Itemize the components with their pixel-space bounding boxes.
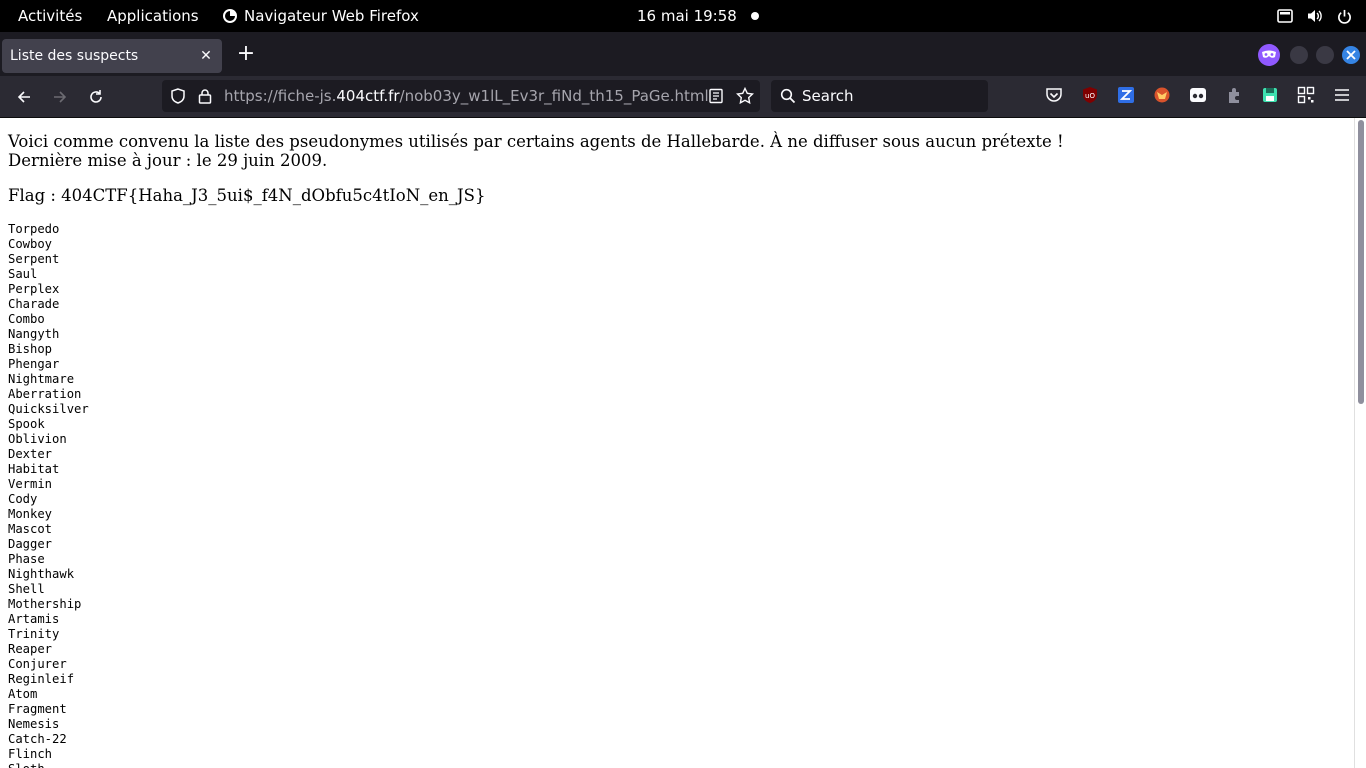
arrow-right-icon: [54, 91, 67, 103]
maximize-button[interactable]: [1316, 46, 1334, 64]
reload-icon: [90, 90, 102, 103]
volume-icon[interactable]: [1307, 8, 1323, 24]
window-controls: [1258, 44, 1360, 66]
url-path: /nob03y_w1lL_Ev3r_fiNd_th15_PaGe.html: [399, 87, 709, 105]
pseudonym-item: Aberration: [8, 387, 82, 401]
forward-button[interactable]: [48, 85, 72, 109]
pseudonym-item: Bishop: [8, 342, 53, 356]
pseudonym-item: Nangyth: [8, 327, 60, 341]
url-text[interactable]: https://fiche-js.404ctf.fr/nob03y_w1lL_E…: [224, 80, 709, 112]
system-top-bar: Activités Applications Navigateur Web Fi…: [0, 0, 1366, 32]
pseudonym-item: Habitat: [8, 462, 60, 476]
pseudonym-item: Cody: [8, 492, 38, 506]
intro-line-2: Dernière mise à jour : le 29 juin 2009.: [8, 151, 328, 170]
pseudonym-item: Conjurer: [8, 657, 67, 671]
intro-paragraph: Voici comme convenu la liste des pseudon…: [8, 132, 1064, 170]
pseudonym-item: Phase: [8, 552, 45, 566]
close-window-button[interactable]: [1342, 46, 1360, 64]
page-scrollbar[interactable]: [1354, 118, 1366, 768]
url-host: 404ctf.fr: [336, 87, 400, 105]
app-menu[interactable]: Navigateur Web Firefox: [222, 0, 419, 32]
pseudonym-item: Shell: [8, 582, 45, 596]
applications-menu[interactable]: Applications: [107, 0, 199, 32]
pseudonym-item: Sloth: [8, 762, 89, 768]
pseudonym-item: Flinch: [8, 747, 53, 761]
scrollbar-thumb[interactable]: [1358, 120, 1364, 404]
firefox-icon: [223, 9, 237, 23]
minimize-button[interactable]: [1290, 46, 1308, 64]
app-name-label: Navigateur Web Firefox: [244, 7, 419, 25]
tab-title: Liste des suspects: [10, 48, 139, 64]
pseudonym-item: Spook: [8, 417, 45, 431]
pocket-icon[interactable]: [1045, 86, 1063, 104]
pseudonym-item: Reaper: [8, 642, 53, 656]
arrow-left-icon: [17, 91, 30, 103]
extension-puzzle-icon[interactable]: [1225, 86, 1243, 104]
url-bar[interactable]: https://fiche-js.404ctf.fr/nob03y_w1lL_E…: [162, 80, 760, 112]
pseudonym-item: Artamis: [8, 612, 60, 626]
pseudonym-item: Trinity: [8, 627, 60, 641]
pseudonym-item: Monkey: [8, 507, 53, 521]
pseudonym-item: Catch-22: [8, 732, 67, 746]
navigation-toolbar: https://fiche-js.404ctf.fr/nob03y_w1lL_E…: [0, 76, 1366, 118]
tab-liste-des-suspects[interactable]: Liste des suspects ✕: [2, 39, 222, 73]
pseudonym-item: Nighthawk: [8, 567, 75, 581]
new-tab-button[interactable]: +: [234, 43, 258, 67]
pseudonym-item: Nemesis: [8, 717, 60, 731]
url-prefix: https://fiche-js.: [224, 87, 337, 105]
pseudonym-item: Nightmare: [8, 372, 75, 386]
pseudonym-item: Oblivion: [8, 432, 67, 446]
intro-line-1: Voici comme convenu la liste des pseudon…: [8, 132, 1064, 151]
hamburger-menu-icon[interactable]: [1333, 86, 1351, 104]
system-tray[interactable]: [1277, 0, 1352, 32]
pseudonym-item: Dexter: [8, 447, 53, 461]
page-content: Voici comme convenu la liste des pseudon…: [0, 118, 1354, 768]
power-icon[interactable]: [1337, 9, 1352, 24]
private-browsing-icon: [1258, 44, 1280, 66]
foxyproxy-icon[interactable]: [1153, 86, 1171, 104]
flag-text: Flag : 404CTF{Haha_J3_5ui$_f4N_dObfu5c4t…: [8, 186, 486, 205]
reload-button[interactable]: [84, 85, 108, 109]
keyboard-layout-icon[interactable]: [1277, 8, 1293, 24]
pseudonym-item: Cowboy: [8, 237, 53, 251]
back-button[interactable]: [12, 85, 36, 109]
pseudonym-item: Vermin: [8, 477, 53, 491]
dark-mode-extension-icon[interactable]: [1189, 86, 1207, 104]
pseudonym-item: Phengar: [8, 357, 60, 371]
tab-strip: Liste des suspects ✕ +: [0, 32, 1366, 76]
pseudonym-item: Reginleif: [8, 672, 75, 686]
pseudonym-item: Saul: [8, 267, 38, 281]
search-input[interactable]: Search: [802, 80, 854, 112]
pseudonym-item: Torpedo: [8, 222, 60, 236]
pseudonym-item: Mascot: [8, 522, 53, 536]
zotero-connector-icon[interactable]: [1117, 86, 1135, 104]
reader-view-icon[interactable]: [708, 88, 724, 104]
activities-button[interactable]: Activités: [18, 0, 82, 32]
pseudonym-item: Mothership: [8, 597, 82, 611]
pseudonym-list: Torpedo Cowboy Serpent Saul Perplex Charade Co…: [8, 222, 89, 768]
clock[interactable]: 16 mai 19:58: [637, 0, 737, 32]
bookmark-star-icon[interactable]: [736, 87, 754, 105]
search-bar[interactable]: Search: [771, 80, 988, 112]
tab-close-icon[interactable]: ✕: [198, 48, 214, 64]
pseudonym-item: Dagger: [8, 537, 53, 551]
save-page-icon[interactable]: [1261, 86, 1279, 104]
pseudonym-item: Atom: [8, 687, 38, 701]
pseudonym-item: Perplex: [8, 282, 60, 296]
pseudonym-item: Combo: [8, 312, 45, 326]
svg-text:uO: uO: [1085, 92, 1095, 100]
pseudonym-item: Quicksilver: [8, 402, 89, 416]
pseudonym-item: Charade: [8, 297, 60, 311]
search-icon: [780, 88, 796, 104]
ublock-origin-icon[interactable]: uO: [1081, 86, 1099, 104]
close-icon: [1346, 50, 1356, 60]
notification-dot: [751, 12, 759, 20]
pseudonym-item: Serpent: [8, 252, 60, 266]
qr-code-icon[interactable]: [1297, 86, 1315, 104]
tracking-protection-shield-icon[interactable]: [170, 88, 186, 104]
lock-icon[interactable]: [198, 88, 212, 104]
pseudonym-item: Fragment: [8, 702, 67, 716]
